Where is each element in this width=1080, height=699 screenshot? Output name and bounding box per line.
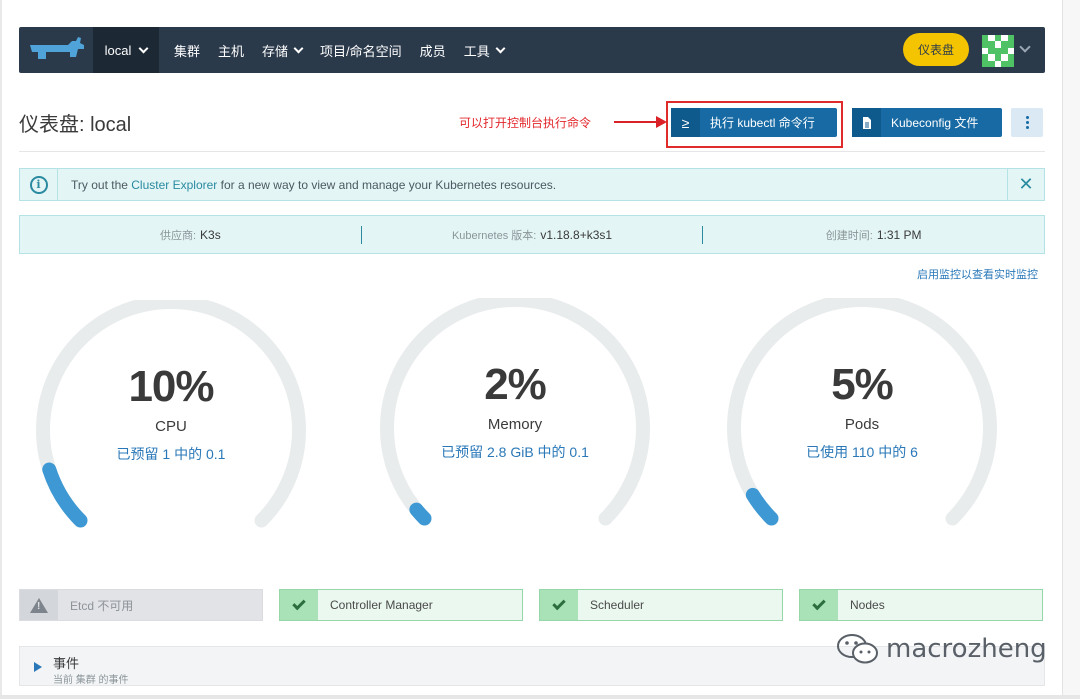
title-divider [19,151,1045,152]
cpu-gauge-name: CPU [155,418,187,435]
warning-icon [30,597,48,613]
wechat-icon [837,634,878,664]
nav-label: 项目/命名空间 [320,43,402,59]
kubernetes-version-label: Kubernetes 版本: [451,229,537,242]
warning-icon-cell [20,590,58,620]
annotation-text: 可以打开控制台执行命令 [459,116,592,130]
gauge-fill [745,487,779,526]
nav-label: 存储 [262,43,289,59]
memory-gauge: 2% Memory 已预留 2.8 GiB 中的 0.1 [375,298,655,558]
window-bottom-edge [0,695,1080,699]
kubernetes-version-info: Kubernetes 版本: v1.18.8+k3s1 [362,227,703,243]
memory-gauge-percent: 2% [484,360,547,409]
rancher-cow-icon [30,37,84,59]
cluster-explorer-banner: i Try out the Cluster Explorer for a new… [19,168,1045,201]
cpu-gauge: 10% CPU 已预留 1 中的 0.1 [31,300,311,560]
pods-gauge-detail: 已使用 110 中的 6 [806,444,918,460]
created-time-info: 创建时间: 1:31 PM [703,227,1044,243]
chevron-down-icon [138,43,149,53]
nav-item-tools[interactable]: 工具 [455,27,513,73]
nodes-status: Nodes [799,589,1043,621]
cluster-info-strip: 供应商: K3s Kubernetes 版本: v1.18.8+k3s1 创建时间:… [19,215,1045,254]
watermark-text: macrozheng [886,634,1047,664]
kubectl-shell-label: 执行 kubectl 命令行 [710,116,815,130]
gauge-fill [409,502,432,526]
scheduler-label: Scheduler [590,598,645,612]
terminal-icon: ≥ [671,108,700,137]
nodes-label: Nodes [850,598,885,612]
expand-triangle-icon[interactable] [34,662,42,672]
memory-gauge-name: Memory [487,416,543,433]
cpu-gauge-percent: 10% [128,362,214,411]
controller-manager-status: Controller Manager [279,589,523,621]
nav-item-clusters[interactable]: 集群 [165,27,209,73]
check-icon-cell [280,590,318,620]
rancher-logo[interactable] [19,27,93,73]
pods-gauge: 5% Pods 已使用 110 中的 6 [722,298,1002,558]
cluster-selector-label: local [104,42,132,58]
info-icon: i [29,175,48,194]
gauge-fill [42,462,88,528]
banner-text-before: Try out the [71,177,132,192]
window-scrollbar[interactable] [1062,0,1080,699]
kubernetes-version-value: v1.18.8+k3s1 [540,227,613,242]
provider-value: K3s [200,227,221,242]
pods-gauge-name: Pods [844,416,880,433]
cpu-gauge-detail: 已预留 1 中的 0.1 [116,446,226,462]
nav-item-storage[interactable]: 存储 [253,27,311,73]
file-icon [852,108,881,137]
nav-label: 集群 [174,43,201,59]
controller-manager-label: Controller Manager [330,598,433,612]
pods-gauge-percent: 5% [831,360,894,409]
events-subtitle: 当前 集群 的事件 [53,675,129,686]
created-time-value: 1:31 PM [876,227,922,242]
banner-text-after: for a new way to view and manage your Ku… [217,177,557,192]
etcd-status-label: Etcd 不可用 [70,598,134,613]
nav-label: 主机 [218,43,245,59]
check-icon-cell [800,590,838,620]
cluster-explorer-link[interactable]: Cluster Explorer [131,178,217,192]
nav-item-members[interactable]: 成员 [411,27,455,73]
banner-icon-cell: i [20,169,58,200]
window-left-edge [0,0,2,699]
check-icon [552,596,566,610]
user-menu-chevron-icon[interactable] [1019,41,1031,53]
banner-message: Try out the Cluster Explorer for a new w… [58,178,556,192]
created-time-label: 创建时间: [825,229,873,242]
scheduler-status: Scheduler [539,589,783,621]
kubectl-shell-button[interactable]: ≥ 执行 kubectl 命令行 [671,108,837,137]
nav-item-projects-namespaces[interactable]: 项目/命名空间 [311,27,411,73]
kubeconfig-file-button[interactable]: Kubeconfig 文件 [852,108,1002,137]
check-icon [812,596,826,610]
enable-monitoring-link[interactable]: 启用监控以查看实时监控 [917,266,1038,282]
check-icon [292,596,306,610]
cluster-selector[interactable]: local [93,27,159,73]
chevron-down-icon [495,43,506,53]
provider-label: 供应商: [159,229,197,242]
main-nav: 集群 主机 存储 项目/命名空间 成员 工具 [165,27,513,73]
watermark: macrozheng [836,632,1047,666]
top-navigation-bar: local 集群 主机 存储 项目/命名空间 成员 工具 仪表盘 [19,27,1045,73]
dashboard-button[interactable]: 仪表盘 [903,33,969,66]
chevron-down-icon [293,43,304,53]
user-avatar[interactable] [982,35,1014,67]
etcd-status: Etcd 不可用 [19,589,263,621]
events-title: 事件 [53,656,80,671]
nav-item-hosts[interactable]: 主机 [209,27,253,73]
nav-label: 成员 [419,43,446,59]
check-icon-cell [540,590,578,620]
provider-info: 供应商: K3s [20,227,361,243]
kubeconfig-file-label: Kubeconfig 文件 [891,116,979,130]
memory-gauge-detail: 已预留 2.8 GiB 中的 0.1 [441,444,589,460]
more-actions-button[interactable] [1011,108,1043,137]
more-dots-icon [1025,116,1029,119]
nav-label: 工具 [463,43,490,59]
annotation-arrow [614,121,660,123]
page-title: 仪表盘: local [19,114,132,136]
close-icon[interactable]: ✕ [1007,169,1044,200]
